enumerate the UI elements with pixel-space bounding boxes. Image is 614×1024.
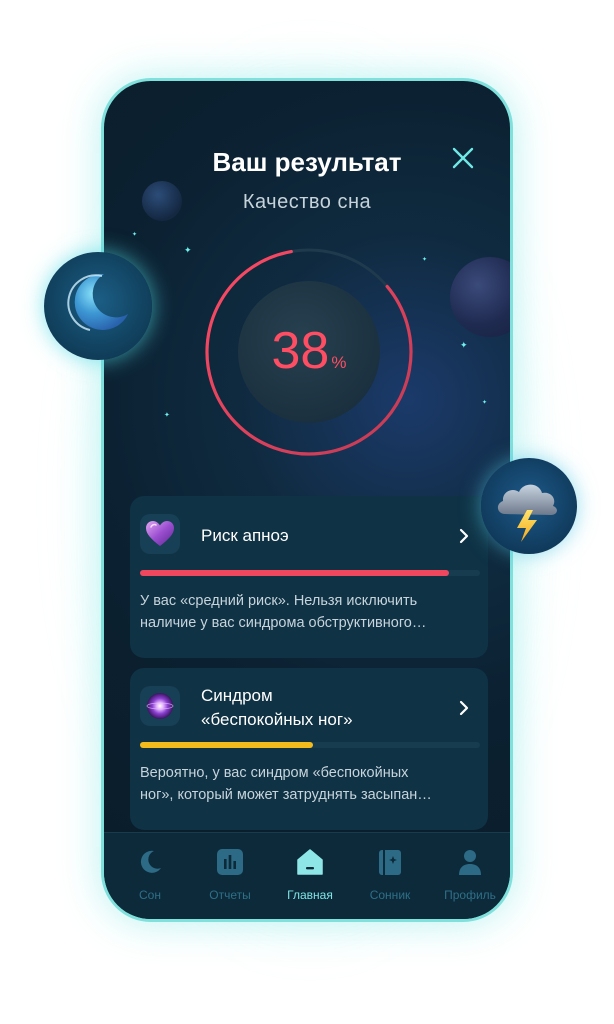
card-title: Синдром «беспокойных ног»	[201, 684, 353, 732]
app-screen: ✦ ✦ ✦ ✦ ✦ ✦ Ваш результат Качество сна 3…	[104, 81, 510, 919]
tab-label: Главная	[287, 888, 333, 902]
heart-icon	[140, 514, 180, 554]
card-description-line: наличие у вас синдрома обструктивного…	[140, 615, 427, 631]
restless-legs-card[interactable]: Синдром «беспокойных ног» Вероятно, у ва…	[130, 668, 488, 830]
moon-badge	[44, 252, 152, 360]
gauge-number: 38	[271, 322, 330, 380]
card-title: Риск апноэ	[201, 526, 289, 545]
apnea-risk-card[interactable]: Риск апноэ У вас «средний риск». Нельзя …	[130, 496, 488, 658]
home-icon	[297, 849, 323, 875]
tab-profile[interactable]: Профиль	[430, 847, 510, 902]
moon-icon	[67, 273, 128, 331]
close-icon[interactable]	[452, 147, 474, 169]
tab-label: Сонник	[369, 888, 411, 902]
star-icon: ✦	[132, 232, 138, 238]
risk-progress-fill	[140, 570, 450, 576]
orb-icon	[140, 686, 180, 726]
star-icon: ✦	[482, 400, 488, 406]
gauge-unit: %	[331, 353, 347, 372]
card-description: Вероятно, у вас синдром «беспокойных ног…	[140, 762, 476, 806]
card-description-line: Вероятно, у вас синдром «беспокойных	[140, 765, 409, 781]
card-title-line: «беспокойных ног»	[201, 710, 353, 729]
book-icon	[379, 850, 401, 875]
page-title: Ваш результат	[212, 147, 402, 177]
moon-icon	[140, 850, 161, 873]
chart-icon	[217, 849, 243, 875]
tab-label: Отчеты	[209, 888, 251, 902]
card-description: У вас «средний риск». Нельзя исключить н…	[140, 590, 476, 634]
star-icon: ✦	[164, 412, 170, 419]
page-subtitle: Качество сна	[242, 191, 372, 213]
tab-label: Сон	[139, 888, 161, 902]
tab-dream-book[interactable]: Сонник	[350, 847, 430, 902]
tab-home[interactable]: Главная	[270, 847, 350, 902]
card-description-line: ног», который может затруднять засыпан…	[140, 787, 432, 803]
card-description-line: У вас «средний риск». Нельзя исключить	[140, 593, 418, 609]
storm-cloud-icon	[497, 484, 557, 542]
storm-badge	[481, 458, 577, 554]
planet-decoration	[450, 257, 510, 337]
sleep-quality-gauge: 38%	[204, 247, 414, 457]
phone-frame: ✦ ✦ ✦ ✦ ✦ ✦ Ваш результат Качество сна 3…	[101, 78, 513, 922]
tab-label: Профиль	[444, 888, 496, 902]
chevron-right-icon[interactable]	[458, 700, 470, 716]
bottom-tab-bar: Сон Отчеты Главная Сонник Профиль	[104, 832, 510, 919]
risk-progress-fill	[140, 742, 314, 748]
risk-progress-bar	[140, 570, 480, 576]
star-icon: ✦	[460, 340, 468, 350]
tab-reports[interactable]: Отчеты	[190, 847, 270, 902]
card-title-line: Синдром	[201, 686, 273, 705]
risk-progress-bar	[140, 742, 480, 748]
profile-icon	[459, 850, 481, 875]
gauge-value: 38%	[204, 321, 414, 381]
star-icon: ✦	[422, 257, 428, 263]
tab-sleep[interactable]: Сон	[110, 847, 190, 902]
star-icon: ✦	[184, 245, 192, 255]
chevron-right-icon[interactable]	[458, 528, 470, 544]
